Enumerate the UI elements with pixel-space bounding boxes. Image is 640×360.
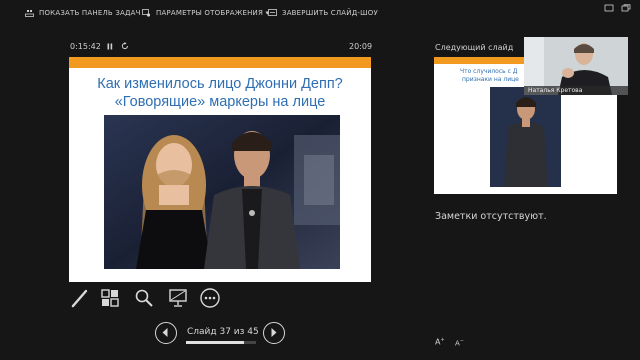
zoom-icon: [135, 289, 153, 307]
slide-title: Как изменилось лицо Джонни Депп? «Говоря…: [69, 75, 371, 111]
screen-icon: [169, 289, 187, 307]
next-slide-photo: [490, 87, 561, 187]
elapsed-timer: 0:15:42: [70, 42, 101, 51]
slides-grid-icon: [101, 289, 119, 307]
display-settings-icon: [142, 9, 151, 17]
end-show-label: ЗАВЕРШИТЬ СЛАЙД-ШОУ: [282, 9, 378, 17]
slide-counter: Слайд 37 из 45: [187, 327, 259, 337]
restore-icon[interactable]: [621, 4, 631, 12]
next-slide-label: Следующий слайд: [435, 43, 514, 52]
pen-icon: [71, 289, 88, 308]
decrease-font-button[interactable]: A−: [455, 338, 464, 347]
zoom-button[interactable]: [133, 287, 155, 309]
pause-timer-icon[interactable]: [107, 43, 113, 50]
slide-photo-image: [104, 115, 340, 269]
more-options-button[interactable]: [199, 287, 221, 309]
current-slide[interactable]: Как изменилось лицо Джонни Депп? «Говоря…: [69, 57, 371, 282]
previous-slide-button[interactable]: [155, 322, 177, 344]
speaker-notes: Заметки отсутствуют.: [435, 211, 547, 222]
next-slide-text: Что случилось с Д признаки на лице: [460, 68, 519, 84]
slide-accent-bar: [69, 57, 371, 68]
clock: 20:09: [349, 42, 373, 51]
black-screen-button[interactable]: [167, 287, 189, 309]
slide-photo: [104, 115, 340, 269]
increase-font-button[interactable]: A+: [435, 337, 445, 347]
webcam-feed: Наталья Кретова: [524, 37, 628, 95]
webcam-name: Наталья Кретова: [524, 86, 628, 95]
end-show-icon: [268, 9, 277, 16]
show-taskbar-button[interactable]: ПОКАЗАТЬ ПАНЕЛЬ ЗАДАЧ: [25, 9, 141, 17]
next-slide-text-line-1: Что случилось с Д: [460, 68, 518, 75]
see-all-slides-button[interactable]: [99, 287, 121, 309]
taskbar-icon: [25, 10, 34, 17]
slide-progress-fill: [186, 341, 244, 344]
more-icon: [200, 288, 220, 308]
next-slide-button[interactable]: [263, 322, 285, 344]
end-show-button[interactable]: ЗАВЕРШИТЬ СЛАЙД-ШОУ: [268, 9, 378, 17]
top-toolbar: ПОКАЗАТЬ ПАНЕЛЬ ЗАДАЧ ПАРАМЕТРЫ ОТОБРАЖЕ…: [0, 0, 640, 30]
show-taskbar-label: ПОКАЗАТЬ ПАНЕЛЬ ЗАДАЧ: [39, 9, 141, 17]
display-settings-label: ПАРАМЕТРЫ ОТОБРАЖЕНИЯ ▾: [156, 9, 270, 17]
next-slide-photo-image: [490, 87, 561, 187]
next-slide-text-line-2: признаки на лице: [462, 76, 519, 83]
previous-arrow-icon: [162, 328, 168, 337]
pen-tool-button[interactable]: [69, 287, 91, 309]
display-settings-button[interactable]: ПАРАМЕТРЫ ОТОБРАЖЕНИЯ ▾: [142, 9, 269, 17]
minimize-icon[interactable]: [604, 4, 614, 12]
slide-title-line-2: «Говорящие» маркеры на лице: [114, 94, 326, 110]
next-arrow-icon: [271, 328, 277, 337]
slide-title-line-1: Как изменилось лицо Джонни Депп?: [97, 76, 343, 92]
reset-timer-icon[interactable]: [121, 42, 129, 50]
